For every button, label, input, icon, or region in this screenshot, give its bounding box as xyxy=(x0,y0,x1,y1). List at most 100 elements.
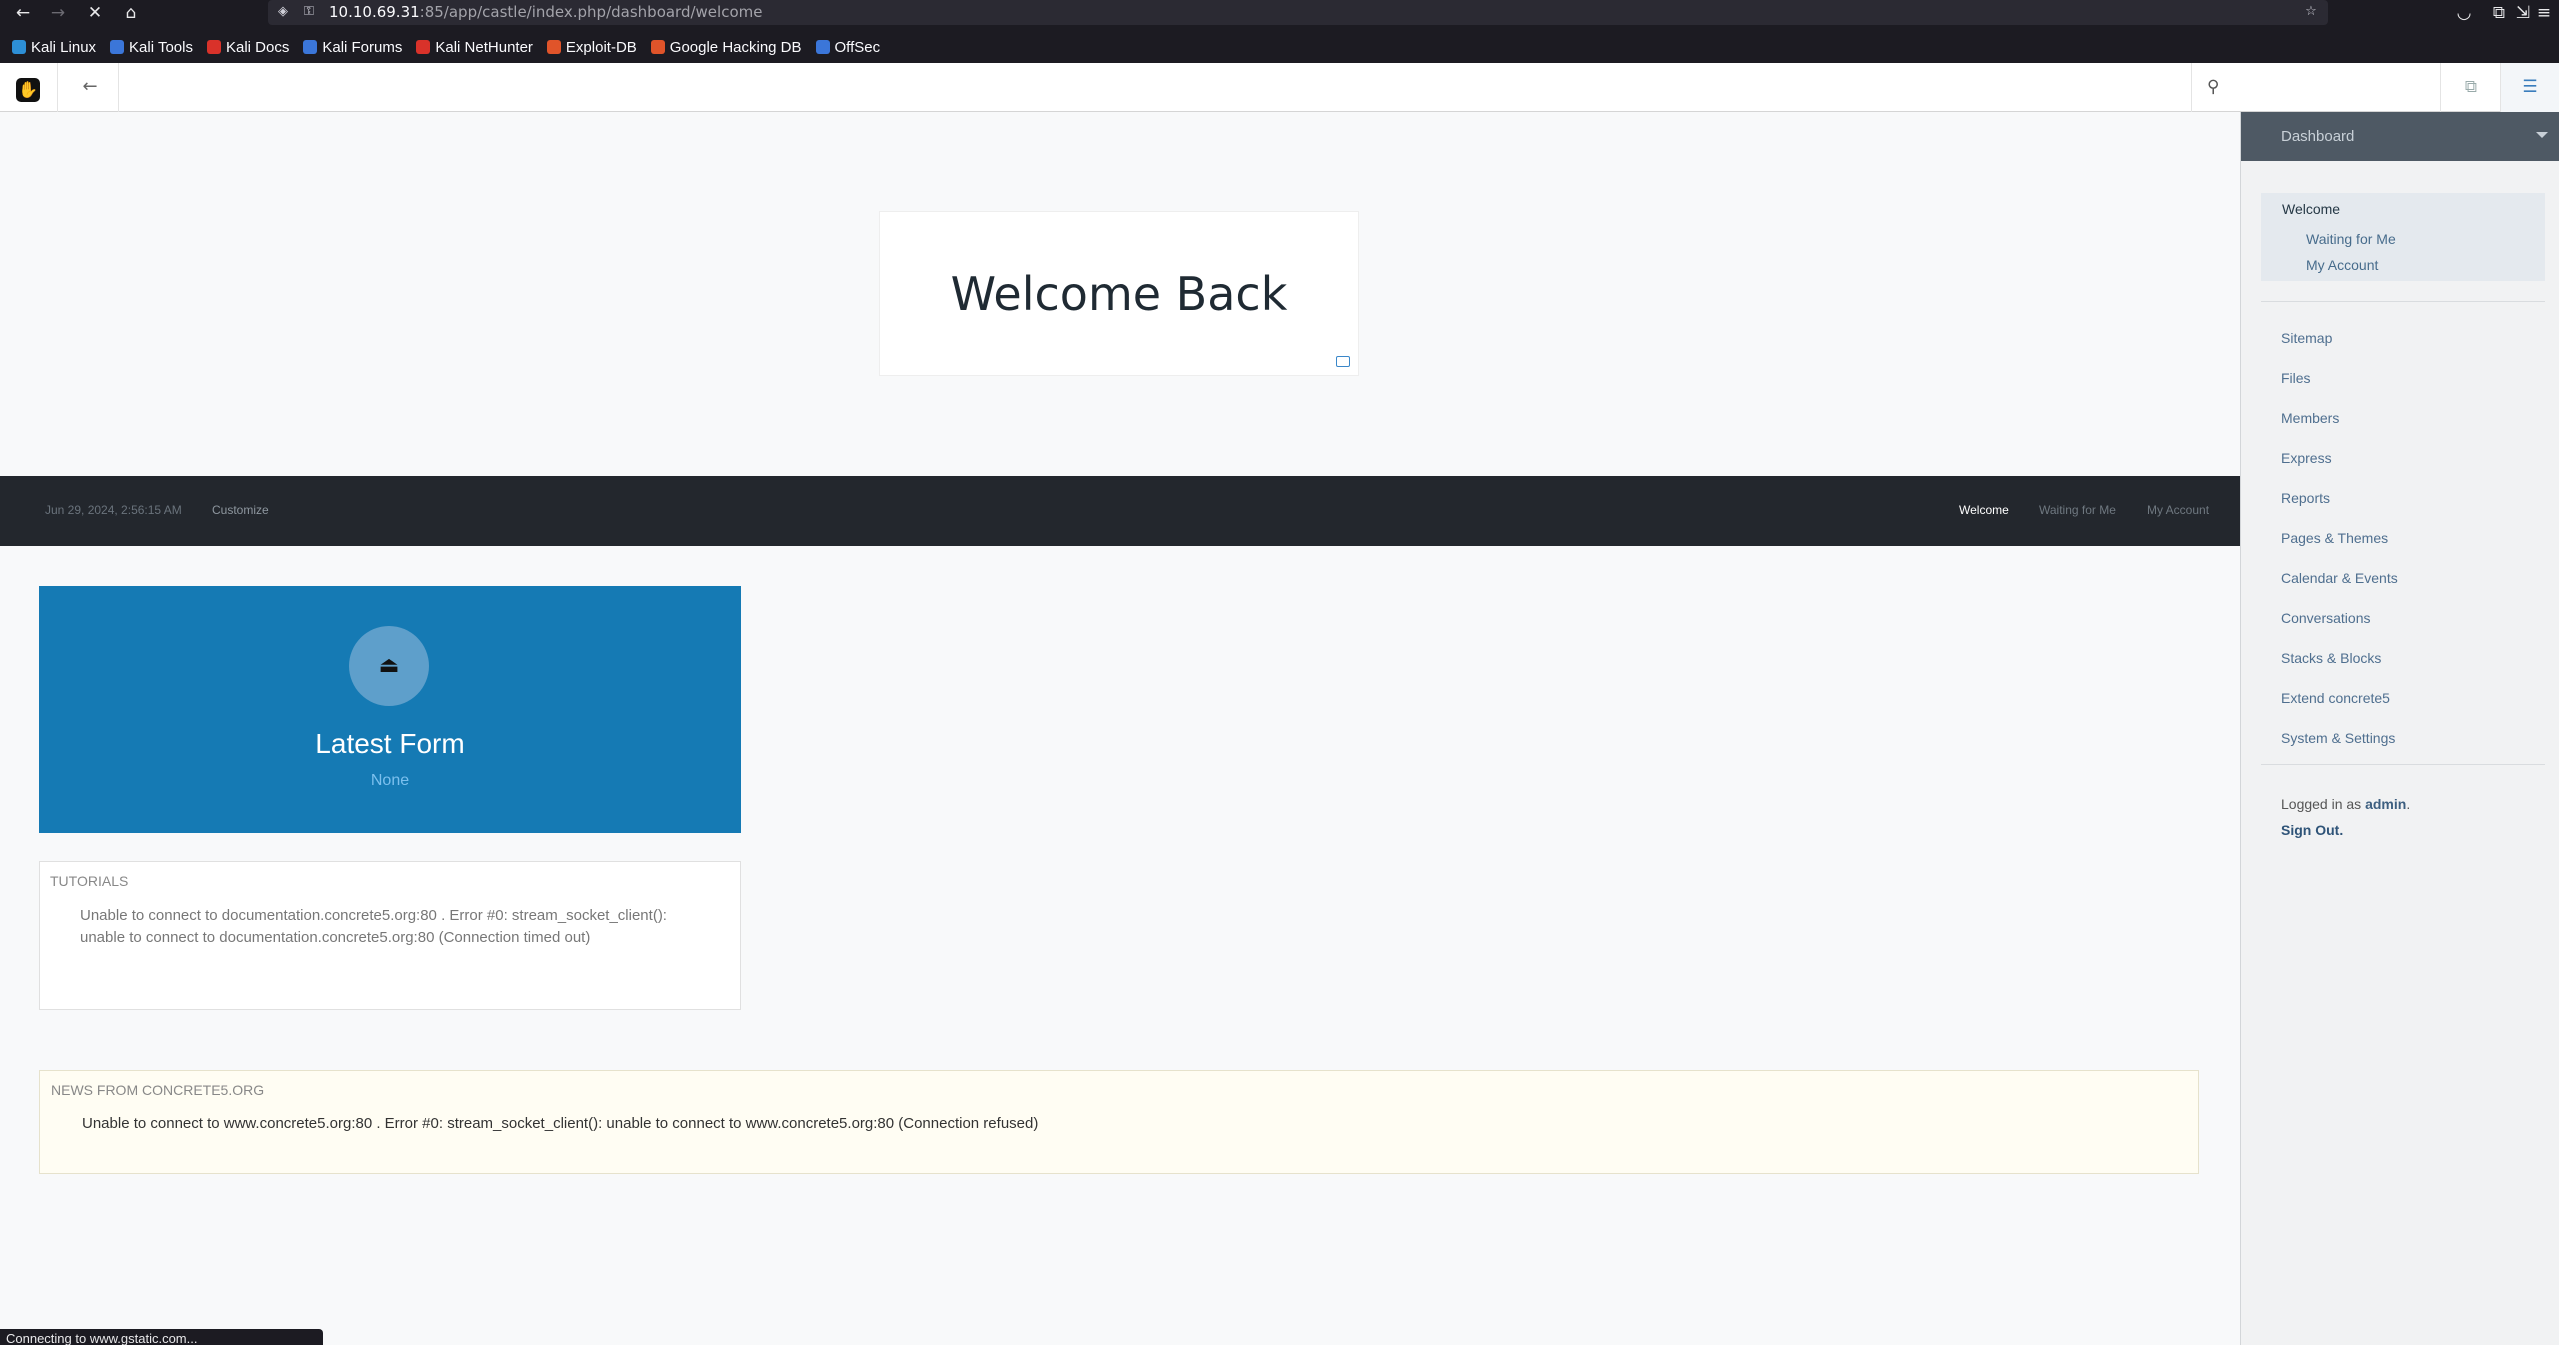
customize-link[interactable]: Customize xyxy=(212,503,269,517)
tutorials-panel: TUTORIALS Unable to connect to documenta… xyxy=(39,861,741,1010)
tutorials-label: TUTORIALS xyxy=(50,873,129,889)
url-path: :85/app/castle/index.php/dashboard/welco… xyxy=(419,3,763,21)
panel-divider xyxy=(2261,301,2545,302)
url-host: 10.10.69.31 xyxy=(329,3,420,21)
logged-in-suffix: . xyxy=(2406,796,2411,812)
panel-item-extend-concrete5[interactable]: Extend concrete5 xyxy=(2281,690,2390,706)
search-icon: ⚲ xyxy=(2207,77,2220,97)
bookmark-favicon-icon xyxy=(110,40,125,54)
search-input[interactable] xyxy=(2232,73,2432,101)
url-text[interactable]: 10.10.69.31:85/app/castle/index.php/dash… xyxy=(329,3,762,21)
bookmark-item[interactable]: Google Hacking DB xyxy=(650,38,802,56)
forward-arrow-icon[interactable]: → xyxy=(47,2,69,24)
toolbar-divider xyxy=(2440,63,2441,112)
toolbar-divider xyxy=(57,63,58,112)
panel-divider xyxy=(2261,764,2545,765)
toolbar-divider xyxy=(118,63,119,112)
dashboard-panel: Dashboard Welcome Waiting for Me My Acco… xyxy=(2240,112,2559,1345)
dashboard-nav-bar: Jun 29, 2024, 2:56:15 AM Customize Welco… xyxy=(0,476,2240,546)
panel-item-my-account[interactable]: My Account xyxy=(2306,257,2378,273)
panel-item-files[interactable]: Files xyxy=(2281,370,2311,386)
bookmark-item[interactable]: Kali Forums xyxy=(303,39,402,56)
back-arrow-icon[interactable]: ← xyxy=(12,2,34,24)
panel-item-pages-themes[interactable]: Pages & Themes xyxy=(2281,530,2388,546)
form-icon-circle: ⏏ xyxy=(349,626,429,706)
browser-chrome: ← → ✕ ⌂ ◈ ⚿ 10.10.69.31:85/app/castle/in… xyxy=(0,0,2559,63)
panel-item-calendar-events[interactable]: Calendar & Events xyxy=(2281,570,2398,586)
current-datetime: Jun 29, 2024, 2:56:15 AM xyxy=(45,503,182,517)
bookmark-item[interactable]: Kali NetHunter xyxy=(416,39,533,56)
panel-item-welcome[interactable]: Welcome xyxy=(2282,201,2340,217)
panel-item-system-settings[interactable]: System & Settings xyxy=(2281,730,2395,746)
upload-icon: ⏏ xyxy=(378,653,400,678)
panel-item-express[interactable]: Express xyxy=(2281,450,2332,466)
news-panel: NEWS FROM CONCRETE5.ORG Unable to connec… xyxy=(39,1070,2199,1174)
logged-in-prefix: Logged in as xyxy=(2281,796,2362,812)
pocket-icon[interactable]: ◡ xyxy=(2453,2,2475,24)
concrete5-toolbar: ✋ ← ⚲ ⧉ ☰ xyxy=(0,63,2559,112)
caret-down-icon[interactable] xyxy=(2536,132,2548,138)
dashboard-settings-button[interactable]: ☰ xyxy=(2501,63,2559,112)
profile-icon[interactable]: ⇲ xyxy=(2512,2,2534,24)
extensions-icon[interactable]: ⧉ xyxy=(2488,2,2510,24)
home-icon[interactable]: ⌂ xyxy=(120,2,142,24)
bookmark-label: Kali Docs xyxy=(225,38,290,56)
bookmark-item[interactable]: OffSec xyxy=(815,38,881,56)
url-bar[interactable]: ◈ ⚿ 10.10.69.31:85/app/castle/index.php/… xyxy=(268,0,2328,25)
bookmark-favicon-icon xyxy=(206,40,221,54)
panel-item-conversations[interactable]: Conversations xyxy=(2281,610,2371,626)
browser-nav-row: ← → ✕ ⌂ ◈ ⚿ 10.10.69.31:85/app/castle/in… xyxy=(0,0,2559,25)
star-bookmark-icon[interactable]: ☆ xyxy=(2302,3,2320,21)
bookmark-label: OffSec xyxy=(834,38,881,56)
logged-in-user[interactable]: admin xyxy=(2365,796,2406,812)
tutorials-error-message: Unable to connect to documentation.concr… xyxy=(80,907,667,946)
news-label: NEWS FROM CONCRETE5.ORG xyxy=(51,1082,265,1098)
sign-out-link[interactable]: Sign Out. xyxy=(2281,822,2343,838)
panel-item-waiting-for-me[interactable]: Waiting for Me xyxy=(2306,231,2396,247)
bookmark-label: Kali Tools xyxy=(129,38,193,56)
shield-icon[interactable]: ◈ xyxy=(274,3,292,21)
bookmark-favicon-icon xyxy=(815,40,830,54)
bookmark-label: Google Hacking DB xyxy=(669,38,802,56)
nav-my-account[interactable]: My Account xyxy=(2147,503,2209,517)
bookmark-label: Kali NetHunter xyxy=(435,38,533,56)
intelligent-search-button[interactable]: ⧉ xyxy=(2442,63,2500,112)
bookmark-favicon-icon xyxy=(303,40,318,54)
bookmark-label: Kali Forums xyxy=(322,38,403,56)
menu-icon[interactable]: ≡ xyxy=(2533,2,2555,24)
bookmark-item[interactable]: Kali Linux xyxy=(12,39,96,56)
image-icon[interactable] xyxy=(1336,356,1350,367)
bookmark-item[interactable]: Exploit-DB xyxy=(546,38,637,56)
panel-item-stacks-blocks[interactable]: Stacks & Blocks xyxy=(2281,650,2381,666)
toolbar-search: ⚲ xyxy=(2192,63,2440,112)
logged-in-text: Logged in as admin. xyxy=(2281,796,2410,812)
latest-form-value: None xyxy=(370,772,410,789)
bookmark-favicon-icon xyxy=(546,40,561,54)
concrete5-logo-icon[interactable]: ✋ xyxy=(16,78,40,102)
dashboard-panel-header[interactable]: Dashboard xyxy=(2241,112,2559,161)
bookmark-label: Kali Linux xyxy=(31,38,97,56)
dashboard-panel-title: Dashboard xyxy=(2281,128,2355,145)
bookmarks-bar: Kali Linux Kali Tools Kali Docs Kali Forums… xyxy=(0,36,894,58)
bookmark-item[interactable]: Kali Tools xyxy=(110,39,193,56)
nav-waiting-for-me[interactable]: Waiting for Me xyxy=(2039,503,2116,517)
latest-form-tile[interactable]: ⏏ Latest Form None xyxy=(39,586,741,833)
panel-group-welcome: Welcome Waiting for Me My Account xyxy=(2261,193,2545,281)
back-arrow-icon[interactable]: ← xyxy=(78,75,102,99)
page-title: Welcome Back xyxy=(950,267,1288,321)
lock-insecure-icon[interactable]: ⚿ xyxy=(300,3,318,21)
stop-loading-icon[interactable]: ✕ xyxy=(84,2,106,24)
welcome-block: Welcome Back xyxy=(879,211,1359,376)
bookmark-favicon-icon xyxy=(12,40,26,54)
bookmark-favicon-icon xyxy=(650,40,665,54)
bookmark-item[interactable]: Kali Docs xyxy=(206,38,290,56)
browser-status-bar: Connecting to www.gstatic.com... xyxy=(0,1329,323,1345)
latest-form-title: Latest Form xyxy=(315,728,465,759)
bookmark-label: Exploit-DB xyxy=(565,38,637,56)
panel-item-members[interactable]: Members xyxy=(2281,410,2339,426)
panel-item-reports[interactable]: Reports xyxy=(2281,490,2330,506)
nav-welcome[interactable]: Welcome xyxy=(1959,503,2009,517)
panel-item-sitemap[interactable]: Sitemap xyxy=(2281,330,2332,346)
bookmark-favicon-icon xyxy=(416,40,431,54)
news-error-message: Unable to connect to www.concrete5.org:8… xyxy=(82,1115,1039,1132)
